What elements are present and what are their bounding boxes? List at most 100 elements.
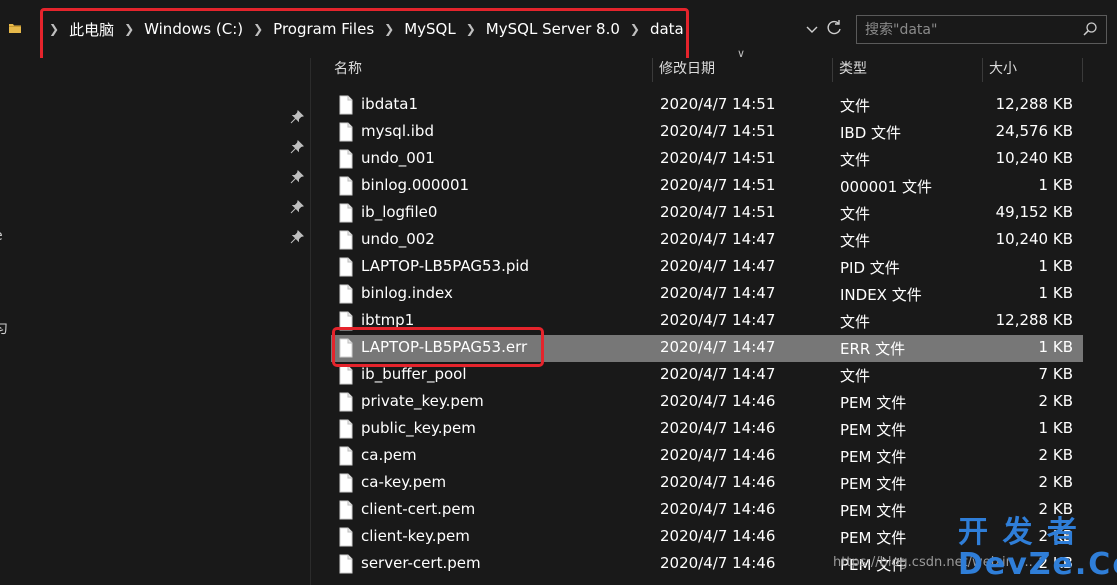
file-date: 2020/4/7 14:46 [660,473,776,491]
file-type: 000001 文件 [840,178,933,196]
file-date: 2020/4/7 14:47 [660,284,776,302]
file-icon [339,365,353,385]
file-icon [339,176,353,196]
file-size: 24,576 KB [995,122,1073,140]
file-icon [339,257,353,277]
file-type: 文件 [840,97,871,115]
file-name: server-cert.pem [361,554,481,572]
file-name: ca-key.pem [361,473,447,491]
file-icon [339,392,353,412]
annotation-box-address [40,8,689,63]
watermark-logo-top: 开 发 者 [958,515,1079,550]
navigation-pane[interactable]: e 匀 [0,58,310,585]
file-row[interactable]: binlog.000001 2020/4/7 14:51 000001 文件 1 KB [331,173,1083,200]
file-icon [339,419,353,439]
pin-icon[interactable] [290,230,304,244]
file-name: undo_002 [361,230,435,248]
file-row[interactable]: ca.pem 2020/4/7 14:46 PEM 文件 2 KB [331,443,1083,470]
file-row[interactable]: ca-key.pem 2020/4/7 14:46 PEM 文件 2 KB [331,470,1083,497]
file-row[interactable]: binlog.index 2020/4/7 14:47 INDEX 文件 1 KB [331,281,1083,308]
pin-icon[interactable] [290,200,304,214]
file-row[interactable]: undo_002 2020/4/7 14:47 文件 10,240 KB [331,227,1083,254]
column-header-date[interactable]: 修改日期 [653,58,833,82]
file-row[interactable]: mysql.ibd 2020/4/7 14:51 IBD 文件 24,576 KB [331,119,1083,146]
file-row[interactable]: ib_logfile0 2020/4/7 14:51 文件 49,152 KB [331,200,1083,227]
file-name: private_key.pem [361,392,484,410]
file-date: 2020/4/7 14:51 [660,149,776,167]
file-date: 2020/4/7 14:46 [660,392,776,410]
file-type: 文件 [840,313,871,331]
file-type: IBD 文件 [840,124,902,142]
file-date: 2020/4/7 14:51 [660,176,776,194]
file-date: 2020/4/7 14:51 [660,203,776,221]
file-size: 49,152 KB [995,203,1073,221]
search-box[interactable] [856,15,1107,44]
file-size: 10,240 KB [995,149,1073,167]
search-icon[interactable] [1082,21,1098,37]
file-type: 文件 [840,232,871,250]
file-date: 2020/4/7 14:51 [660,95,776,113]
refresh-icon[interactable] [824,16,844,40]
file-size: 2 KB [1038,446,1073,464]
file-name: binlog.index [361,284,453,302]
file-name: ca.pem [361,446,417,464]
file-row[interactable]: private_key.pem 2020/4/7 14:46 PEM 文件 2 KB [331,389,1083,416]
file-size: 10,240 KB [995,230,1073,248]
file-size: 7 KB [1038,365,1073,383]
column-header-type[interactable]: 类型 [833,58,983,82]
file-date: 2020/4/7 14:47 [660,311,776,329]
file-name: ib_logfile0 [361,203,438,221]
nav-item-label[interactable]: e [0,228,3,244]
file-type: PEM 文件 [840,502,907,520]
pin-icon[interactable] [290,110,304,124]
file-icon [339,122,353,142]
file-type: PEM 文件 [840,421,907,439]
chevron-down-icon[interactable] [804,18,820,40]
file-size: 1 KB [1038,419,1073,437]
file-size: 2 KB [1038,473,1073,491]
file-name: ib_buffer_pool [361,365,467,383]
file-type: PID 文件 [840,259,900,277]
file-size: 12,288 KB [995,95,1073,113]
file-row[interactable]: public_key.pem 2020/4/7 14:46 PEM 文件 1 KB [331,416,1083,443]
file-date: 2020/4/7 14:47 [660,365,776,383]
file-type: 文件 [840,367,871,385]
file-type: INDEX 文件 [840,286,922,304]
search-input[interactable] [865,20,1075,40]
file-list[interactable]: ∨ 名称 修改日期 类型 大小 ibdata1 2020/4/7 14:51 文件 1… [311,47,1117,585]
file-date: 2020/4/7 14:46 [660,527,776,545]
file-type: ERR 文件 [840,340,906,358]
column-header-size[interactable]: 大小 [983,58,1083,82]
file-icon [339,500,353,520]
file-size: 12,288 KB [995,311,1073,329]
file-name: binlog.000001 [361,176,470,194]
file-size: 1 KB [1038,338,1073,356]
pin-icon[interactable] [290,170,304,184]
column-header-row: ∨ 名称 修改日期 类型 大小 [311,47,1117,82]
watermark-logo-bottom: DevZe.CoM [958,547,1117,582]
column-header-name[interactable]: 名称 [328,58,653,82]
nav-item-label[interactable]: 匀 [0,318,8,338]
file-icon [339,473,353,493]
file-icon [339,95,353,115]
file-type: PEM 文件 [840,475,907,493]
file-size: 1 KB [1038,176,1073,194]
file-date: 2020/4/7 14:46 [660,554,776,572]
address-toolbar: ❯ 此电脑 ❯ Windows (C:) ❯ Program Files ❯ M… [0,0,1117,63]
file-row[interactable]: LAPTOP-LB5PAG53.pid 2020/4/7 14:47 PID 文件 1… [331,254,1083,281]
file-type: PEM 文件 [840,448,907,466]
file-row[interactable]: undo_001 2020/4/7 14:51 文件 10,240 KB [331,146,1083,173]
file-icon [339,527,353,547]
file-type: PEM 文件 [840,529,907,547]
file-row[interactable]: ibdata1 2020/4/7 14:51 文件 12,288 KB [331,92,1083,119]
file-date: 2020/4/7 14:47 [660,230,776,248]
annotation-box-selected-file [332,327,544,367]
file-date: 2020/4/7 14:47 [660,338,776,356]
watermark-logo: 开 发 者 DevZe.CoM [958,517,1117,581]
file-icon [339,230,353,250]
pin-icon[interactable] [290,140,304,154]
folder-icon [9,24,21,33]
file-type: PEM 文件 [840,394,907,412]
file-date: 2020/4/7 14:46 [660,500,776,518]
file-name: public_key.pem [361,419,476,437]
